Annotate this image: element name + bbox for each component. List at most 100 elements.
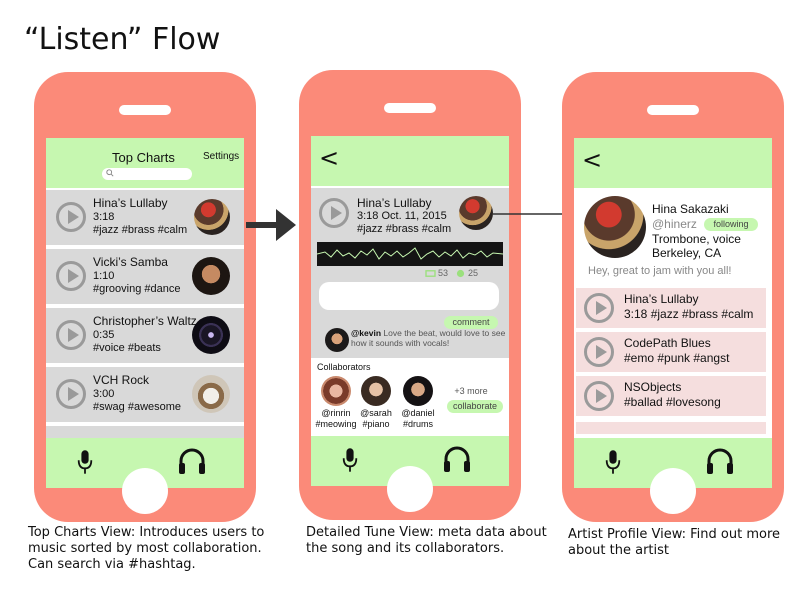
artist-location: Berkeley, CA (652, 246, 722, 260)
song-meta: 3:18 #jazz #brass #calm (624, 307, 754, 321)
mic-icon[interactable] (604, 447, 622, 477)
headphones-icon[interactable] (177, 447, 207, 475)
mic-icon[interactable] (341, 445, 359, 475)
song-title: Hina’s Lullaby (93, 196, 168, 210)
song-title: NSObjects (624, 380, 682, 394)
comment: @kevin Love the beat, would love to see … (351, 328, 506, 348)
top-charts-screen: Top Charts Settings Hina’s Lullaby 3:18 … (46, 138, 244, 488)
more-collaborators[interactable]: +3 more (451, 386, 491, 397)
repost-count: 53 (438, 268, 449, 278)
home-button (650, 468, 696, 514)
song-tags: #swag #awesome (93, 401, 182, 413)
headphones-icon[interactable] (442, 445, 472, 473)
song-row-partial (576, 422, 766, 434)
song-row-partial (46, 426, 244, 438)
commenter-avatar[interactable] (325, 328, 349, 352)
song-tags: #jazz #brass #calm (93, 224, 188, 236)
phone-profile: < Hina Sakazaki @hinerz following Trombo… (562, 72, 784, 522)
collaborator-avatar[interactable] (403, 376, 433, 406)
caption-top-charts: Top Charts View: Introduces users to mus… (28, 525, 265, 572)
comment-user[interactable]: @kevin (351, 328, 381, 338)
page-title: “Listen” Flow (24, 22, 221, 57)
collaborator-handle[interactable]: @sarah (353, 408, 399, 419)
like-icon[interactable] (456, 269, 465, 278)
flow-arrow-icon (246, 209, 296, 241)
home-button (122, 468, 168, 514)
repost-icon[interactable] (425, 269, 436, 278)
caption-profile: Artist Profile View: Find out more about… (568, 527, 781, 558)
collaborator-avatar[interactable] (361, 376, 391, 406)
home-button (387, 466, 433, 512)
mic-icon[interactable] (76, 447, 94, 477)
phone-top-charts: Top Charts Settings Hina’s Lullaby 3:18 … (34, 72, 256, 522)
search-input[interactable] (102, 168, 192, 180)
song-duration: 3:00 (93, 388, 115, 400)
play-button[interactable] (584, 337, 614, 367)
profile-screen: < Hina Sakazaki @hinerz following Trombo… (574, 138, 772, 488)
phone-detail: < Hina’s Lullaby 3:18 Oct. 11, 2015 #jaz… (299, 70, 521, 520)
collaborate-button[interactable]: collaborate (447, 400, 503, 413)
artist-avatar[interactable] (459, 196, 493, 230)
profile-header: < (574, 138, 772, 188)
top-charts-header: Top Charts Settings (46, 138, 244, 188)
song-row[interactable]: Christopher’s Waltz 0:35 #voice #beats (46, 308, 244, 363)
play-button[interactable] (584, 381, 614, 411)
song-title: Christopher’s Waltz (93, 314, 197, 328)
play-button[interactable] (584, 293, 614, 323)
headphones-icon[interactable] (705, 447, 735, 475)
song-meta: #ballad #lovesong (624, 395, 721, 409)
comment-input[interactable] (319, 282, 499, 310)
song-title: CodePath Blues (624, 336, 711, 350)
phone-speaker (119, 105, 171, 115)
song-row[interactable]: NSObjects #ballad #lovesong (576, 376, 766, 416)
play-button[interactable] (319, 198, 349, 228)
artist-handle: @hinerz (652, 217, 697, 231)
profile-avatar (584, 196, 646, 258)
song-row[interactable]: VCH Rock 3:00 #swag #awesome (46, 367, 244, 422)
song-tags: #grooving #dance (93, 283, 181, 295)
song-title: VCH Rock (93, 373, 150, 387)
play-button[interactable] (56, 379, 86, 409)
back-button[interactable]: < (582, 146, 602, 174)
play-button[interactable] (56, 320, 86, 350)
back-button[interactable]: < (319, 144, 339, 172)
song-row[interactable]: Vicki’s Samba 1:10 #grooving #dance (46, 249, 244, 304)
song-title: Hina’s Lullaby (357, 196, 432, 210)
song-title: Vicki’s Samba (93, 255, 168, 269)
artist-avatar[interactable] (194, 199, 230, 235)
song-row[interactable]: Hina’s Lullaby 3:18 #jazz #brass #calm (576, 288, 766, 328)
song-duration-date: 3:18 Oct. 11, 2015 (357, 210, 447, 222)
song-duration: 0:35 (93, 329, 115, 341)
song-duration: 3:18 (93, 211, 115, 223)
collaborators-label: Collaborators (317, 362, 371, 372)
phone-speaker (384, 103, 436, 113)
collaborator-avatar[interactable] (321, 376, 351, 406)
like-count: 25 (468, 268, 479, 278)
settings-link[interactable]: Settings (203, 151, 239, 162)
song-title: Hina’s Lullaby (624, 292, 699, 306)
song-row[interactable]: CodePath Blues #emo #punk #angst (576, 332, 766, 372)
collaborator-tags: #piano (362, 419, 390, 429)
detail-header: < (311, 136, 509, 186)
caption-detail: Detailed Tune View: meta data about the … (306, 525, 547, 556)
collaborator-tags: #drums (402, 419, 433, 429)
detail-screen: < Hina’s Lullaby 3:18 Oct. 11, 2015 #jaz… (311, 136, 509, 486)
song-row[interactable]: Hina’s Lullaby 3:18 #jazz #brass #calm (46, 190, 244, 245)
song-tags: #jazz #brass #calm (357, 223, 452, 235)
artist-avatar[interactable] (192, 316, 230, 354)
artist-avatar[interactable] (192, 257, 230, 295)
phone-speaker (647, 105, 699, 115)
artist-instruments: Trombone, voice (652, 232, 741, 246)
play-button[interactable] (56, 202, 86, 232)
play-button[interactable] (56, 261, 86, 291)
song-duration: 1:10 (93, 270, 115, 282)
artist-bio: Hey, great to jam with you all! (588, 265, 732, 277)
song-meta: #emo #punk #angst (624, 351, 730, 365)
top-charts-title: Top Charts (112, 150, 175, 165)
search-icon (106, 169, 114, 177)
artist-avatar[interactable] (192, 375, 230, 413)
waveform[interactable] (317, 242, 503, 266)
artist-name: Hina Sakazaki (652, 202, 729, 216)
collaborator-handle[interactable]: @daniel (395, 408, 441, 419)
following-button[interactable]: following (704, 218, 758, 231)
